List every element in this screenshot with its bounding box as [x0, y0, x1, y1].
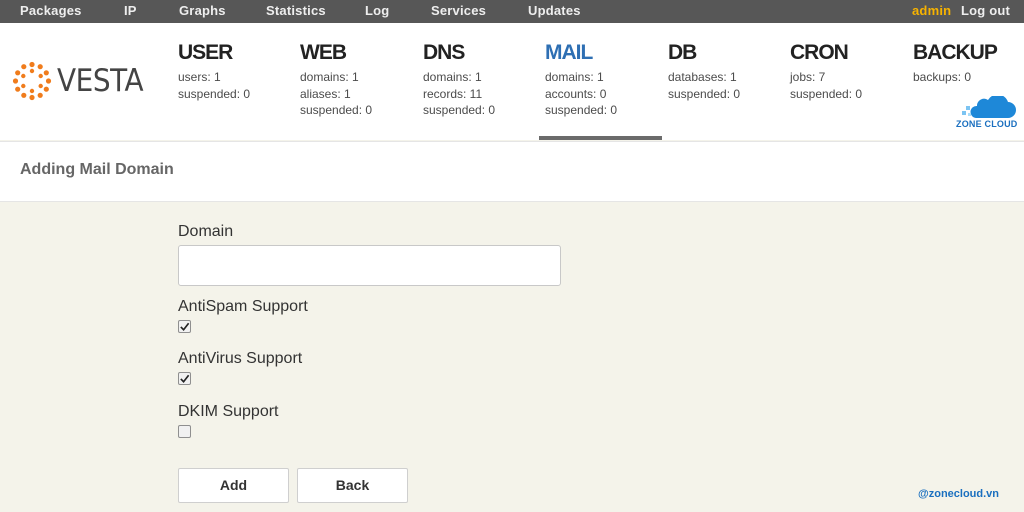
nav-packages[interactable]: Packages [20, 0, 82, 23]
antispam-label: AntiSpam Support [178, 298, 308, 315]
active-tab-indicator [539, 136, 662, 140]
antivirus-label: AntiVirus Support [178, 350, 303, 367]
page-title: Adding Mail Domain [20, 161, 174, 178]
nav-updates[interactable]: Updates [528, 0, 581, 23]
stat-line: domains: 1 [300, 70, 359, 84]
stat-title: BACKUP [913, 41, 998, 64]
stat-line: suspended: 0 [790, 86, 863, 101]
stat-mail[interactable]: MAIL domains: 1 accounts: 0 suspended: 0 [545, 23, 667, 140]
stat-line: suspended: 0 [300, 103, 373, 117]
stat-line: aliases: 1 [300, 86, 351, 101]
dkim-checkbox[interactable] [178, 425, 191, 438]
stat-title: USER [178, 41, 233, 64]
nav-graphs[interactable]: Graphs [179, 0, 226, 23]
zonecloud-badge: ZONE CLOUD [954, 94, 1018, 132]
stat-line: suspended: 0 [423, 103, 496, 117]
stat-line: users: 1 [178, 70, 221, 84]
stat-line: records: 11 [423, 86, 483, 101]
logo-text: VESTA [57, 63, 144, 99]
stat-line: domains: 1 [545, 70, 604, 84]
domain-label: Domain [178, 223, 234, 240]
stat-line: domains: 1 [423, 70, 482, 84]
stat-dns[interactable]: DNS domains: 1 records: 11 suspended: 0 [423, 23, 545, 140]
zonecloud-label: ZONE CLOUD [956, 119, 1018, 129]
stat-title: DNS [423, 41, 465, 64]
nav-statistics[interactable]: Statistics [266, 0, 326, 23]
add-button[interactable]: Add [178, 468, 289, 503]
stat-title: DB [668, 41, 697, 64]
back-button[interactable]: Back [297, 468, 408, 503]
checkmark-icon [180, 374, 190, 383]
stat-cron[interactable]: CRON jobs: 7 suspended: 0 [790, 23, 912, 140]
stat-line: backups: 0 [913, 70, 972, 84]
antivirus-checkbox[interactable] [178, 372, 191, 385]
current-user-link[interactable]: admin [912, 0, 951, 23]
stat-title: WEB [300, 41, 347, 64]
dkim-label: DKIM Support [178, 403, 279, 420]
stat-line: jobs: 7 [790, 70, 826, 84]
stat-user[interactable]: USER users: 1 suspended: 0 [178, 23, 300, 140]
stat-web[interactable]: WEB domains: 1 aliases: 1 suspended: 0 [300, 23, 422, 140]
top-navigation-bar: Packages IP Graphs Statistics Log Servic… [0, 0, 1024, 23]
stat-line: databases: 1 [668, 70, 737, 84]
watermark-text: @zonecloud.vn [918, 488, 1000, 500]
page-subheader: Adding Mail Domain [0, 141, 1024, 202]
vesta-sun-icon [12, 61, 52, 101]
logout-link[interactable]: Log out [961, 0, 1010, 23]
checkmark-icon [180, 322, 190, 331]
header: VESTA USER users: 1 suspended: 0 WEB dom… [0, 23, 1024, 140]
nav-services[interactable]: Services [431, 0, 486, 23]
stat-line: suspended: 0 [178, 86, 251, 101]
antispam-checkbox[interactable] [178, 320, 191, 333]
nav-ip[interactable]: IP [124, 0, 137, 23]
domain-input[interactable] [178, 245, 561, 286]
stat-line: accounts: 0 [545, 86, 607, 101]
stat-line: suspended: 0 [545, 103, 618, 117]
stat-line: suspended: 0 [668, 86, 741, 101]
stat-title: CRON [790, 41, 849, 64]
stat-title: MAIL [545, 41, 593, 64]
nav-log[interactable]: Log [365, 0, 389, 23]
stat-db[interactable]: DB databases: 1 suspended: 0 [668, 23, 790, 140]
vesta-logo[interactable]: VESTA [12, 59, 153, 103]
